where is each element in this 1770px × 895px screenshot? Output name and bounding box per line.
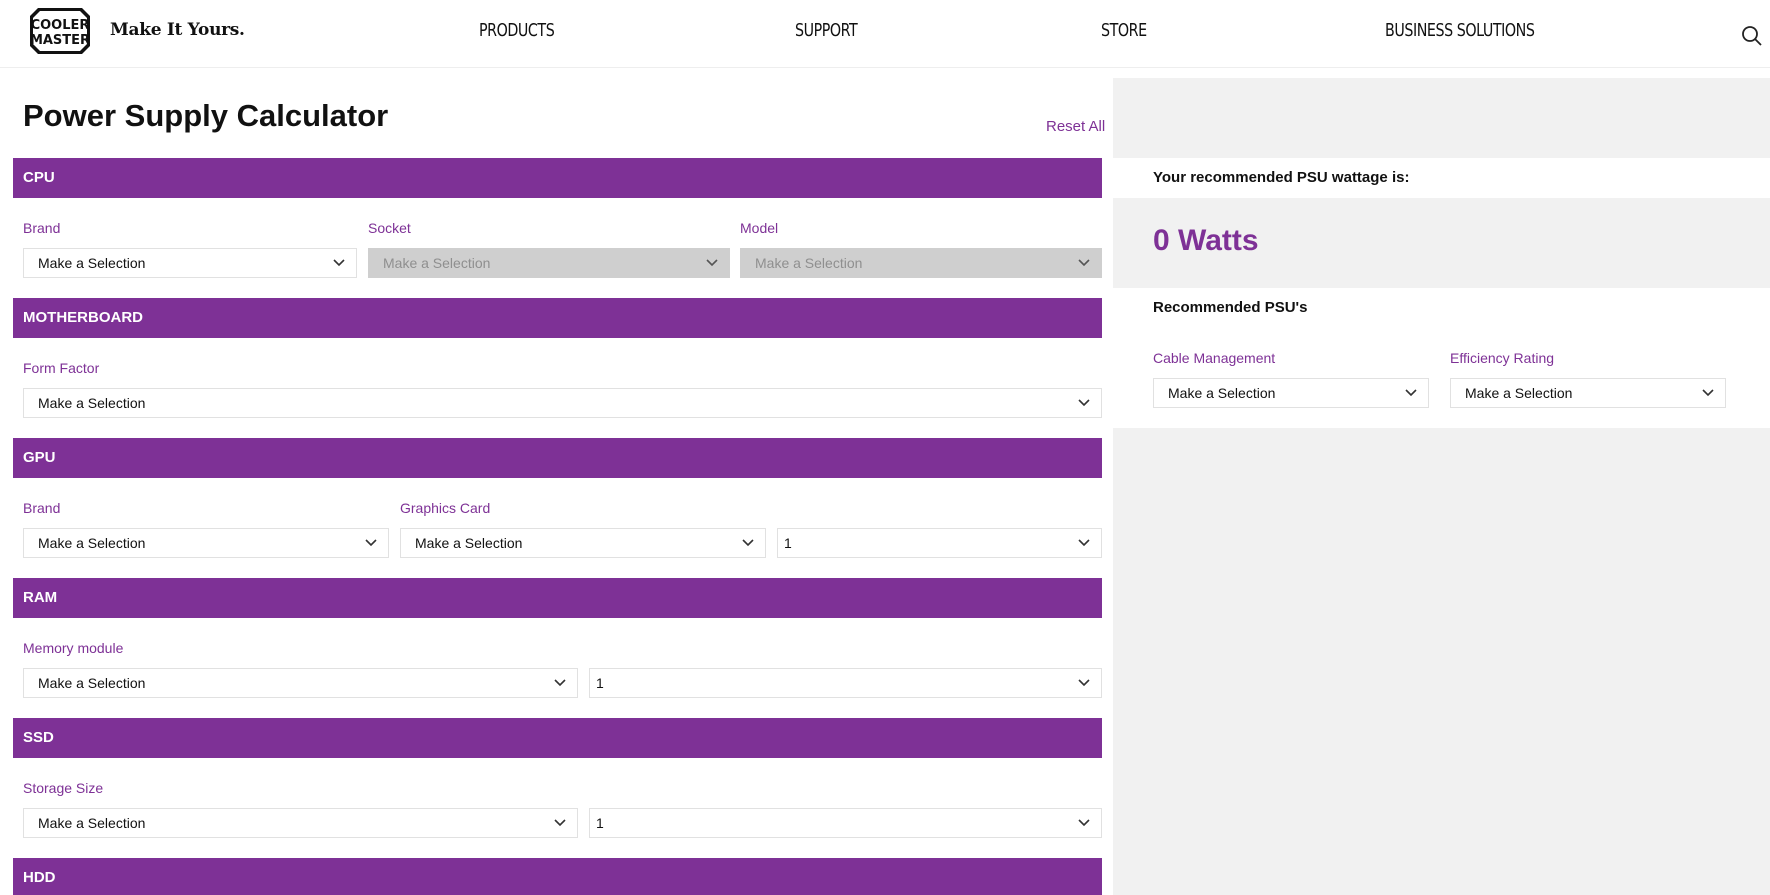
gpu-brand-label: Brand <box>23 500 61 516</box>
chevron-down-icon <box>706 259 718 267</box>
chevron-down-icon <box>742 539 754 547</box>
cpu-brand-select[interactable]: Make a Selection <box>23 248 357 278</box>
cpu-section-header: CPU <box>13 158 1102 198</box>
select-value: 1 <box>784 535 792 551</box>
chevron-down-icon <box>1078 679 1090 687</box>
ssd-section-header: SSD <box>13 718 1102 758</box>
cpu-socket-label: Socket <box>368 220 411 236</box>
chevron-down-icon <box>554 679 566 687</box>
ssd-quantity-select[interactable]: 1 <box>589 808 1102 838</box>
cooler-master-logo[interactable]: COOLER MASTER <box>28 6 92 56</box>
reset-all-link[interactable]: Reset All <box>1046 118 1105 135</box>
svg-text:MASTER: MASTER <box>30 33 90 48</box>
cpu-model-label: Model <box>740 220 779 236</box>
select-value: Make a Selection <box>38 255 146 271</box>
brand-tagline: Make It Yours. <box>110 20 245 40</box>
select-value: 1 <box>596 675 604 691</box>
select-value: Make a Selection <box>755 255 863 271</box>
chevron-down-icon <box>554 819 566 827</box>
select-value: Make a Selection <box>1465 385 1573 401</box>
result-panel-top <box>1113 78 1770 158</box>
nav-products[interactable]: PRODUCTS <box>479 20 555 41</box>
cpu-brand-label: Brand <box>23 220 61 236</box>
select-value: Make a Selection <box>1168 385 1276 401</box>
select-value: Make a Selection <box>415 535 523 551</box>
form-factor-select[interactable]: Make a Selection <box>23 388 1102 418</box>
gpu-quantity-select[interactable]: 1 <box>777 528 1102 558</box>
recommended-psus-heading: Recommended PSU's <box>1153 299 1308 316</box>
ram-section-header: RAM <box>13 578 1102 618</box>
select-value: Make a Selection <box>38 395 146 411</box>
memory-module-select[interactable]: Make a Selection <box>23 668 578 698</box>
svg-text:COOLER: COOLER <box>31 18 90 33</box>
ram-quantity-select[interactable]: 1 <box>589 668 1102 698</box>
efficiency-rating-select[interactable]: Make a Selection <box>1450 378 1726 408</box>
nav-support[interactable]: SUPPORT <box>795 20 858 41</box>
chevron-down-icon <box>365 539 377 547</box>
hdd-section-header: HDD <box>13 858 1102 895</box>
result-panel-bottom <box>1113 428 1770 895</box>
search-icon[interactable] <box>1740 24 1764 48</box>
nav-store[interactable]: STORE <box>1101 20 1147 41</box>
efficiency-rating-label: Efficiency Rating <box>1450 350 1555 366</box>
chevron-down-icon <box>1078 259 1090 267</box>
motherboard-section-header: MOTHERBOARD <box>13 298 1102 338</box>
recommended-watts-value: 0 Watts <box>1153 224 1259 257</box>
select-value: 1 <box>596 815 604 831</box>
cpu-model-select: Make a Selection <box>740 248 1102 278</box>
select-value: Make a Selection <box>383 255 491 271</box>
select-value: Make a Selection <box>38 535 146 551</box>
cpu-socket-select: Make a Selection <box>368 248 730 278</box>
page-title: Power Supply Calculator <box>23 98 389 133</box>
nav-business-solutions[interactable]: BUSINESS SOLUTIONS <box>1385 20 1535 41</box>
graphics-card-label: Graphics Card <box>400 500 491 516</box>
storage-size-label: Storage Size <box>23 780 104 796</box>
memory-module-label: Memory module <box>23 640 124 656</box>
select-value: Make a Selection <box>38 815 146 831</box>
graphics-card-select[interactable]: Make a Selection <box>400 528 766 558</box>
top-navigation: COOLER MASTER Make It Yours. PRODUCTS SU… <box>0 0 1770 68</box>
chevron-down-icon <box>1078 819 1090 827</box>
select-value: Make a Selection <box>38 675 146 691</box>
chevron-down-icon <box>1078 539 1090 547</box>
chevron-down-icon <box>1405 389 1417 397</box>
cable-management-select[interactable]: Make a Selection <box>1153 378 1429 408</box>
chevron-down-icon <box>333 259 345 267</box>
chevron-down-icon <box>1078 399 1090 407</box>
chevron-down-icon <box>1702 389 1714 397</box>
recommended-wattage-label: Your recommended PSU wattage is: <box>1153 169 1410 186</box>
gpu-brand-select[interactable]: Make a Selection <box>23 528 389 558</box>
storage-size-select[interactable]: Make a Selection <box>23 808 578 838</box>
form-factor-label: Form Factor <box>23 360 100 376</box>
cable-management-label: Cable Management <box>1153 350 1276 366</box>
gpu-section-header: GPU <box>13 438 1102 478</box>
